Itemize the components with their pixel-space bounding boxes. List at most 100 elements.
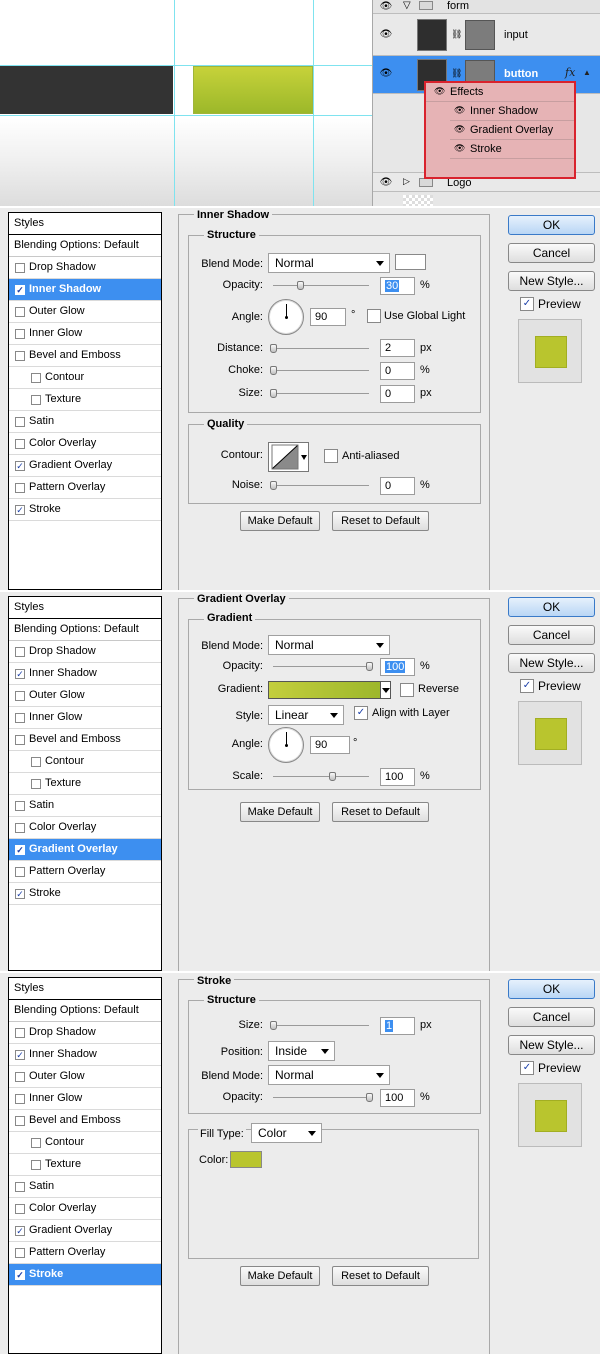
style-item-satin[interactable]: Satin (9, 411, 161, 433)
style-item-inner-glow[interactable]: Inner Glow (9, 707, 161, 729)
layer-row-form[interactable]: 👁 ▽ form (373, 0, 600, 14)
blend-mode-dropdown[interactable]: Normal (268, 1065, 390, 1085)
style-item-outer-glow[interactable]: Outer Glow (9, 301, 161, 323)
angle-dial[interactable] (268, 299, 304, 335)
make-default-button[interactable]: Make Default (240, 511, 320, 531)
style-dropdown[interactable]: Linear (268, 705, 344, 725)
checkbox[interactable] (31, 757, 41, 767)
slider-knob[interactable] (270, 481, 277, 490)
make-default-button[interactable]: Make Default (240, 802, 320, 822)
checkbox[interactable] (15, 307, 25, 317)
style-item-outer-glow[interactable]: Outer Glow (9, 1066, 161, 1088)
eye-icon[interactable]: 👁 (454, 124, 465, 135)
fill-type-dropdown[interactable]: Color (251, 1123, 322, 1143)
effect-row-gradient-overlay[interactable]: 👁 Gradient Overlay (450, 121, 574, 140)
checkbox-checked[interactable]: ✓ (15, 669, 25, 679)
expand-triangle-icon[interactable]: ▷ (403, 176, 410, 187)
checkbox[interactable] (31, 1160, 41, 1170)
ok-button[interactable]: OK (508, 597, 595, 617)
use-global-light-checkbox[interactable] (367, 309, 381, 323)
checkbox[interactable] (15, 867, 25, 877)
checkbox-checked[interactable]: ✓ (15, 1270, 25, 1280)
slider-knob[interactable] (366, 662, 373, 671)
checkbox-checked[interactable]: ✓ (15, 845, 25, 855)
slider-knob[interactable] (297, 281, 304, 290)
checkbox-checked[interactable]: ✓ (15, 889, 25, 899)
checkbox[interactable] (15, 1204, 25, 1214)
style-item-inner-shadow[interactable]: ✓ Inner Shadow (9, 279, 161, 301)
style-item-inner-glow[interactable]: Inner Glow (9, 323, 161, 345)
scale-input[interactable]: 100 (380, 768, 415, 786)
contour-picker[interactable] (268, 442, 309, 472)
opacity-input[interactable]: 100 (380, 658, 415, 676)
preview-checkbox[interactable]: ✓ (520, 679, 534, 693)
angle-dial[interactable] (268, 727, 304, 763)
checkbox[interactable] (15, 483, 25, 493)
guide-vertical[interactable] (174, 0, 175, 207)
eye-icon[interactable]: 👁 (379, 69, 393, 79)
style-item-drop-shadow[interactable]: Drop Shadow (9, 1022, 161, 1044)
style-item-bevel-emboss[interactable]: Bevel and Emboss (9, 1110, 161, 1132)
anti-aliased-checkbox[interactable] (324, 449, 338, 463)
style-item-stroke[interactable]: ✓ Stroke (9, 883, 161, 905)
checkbox-checked[interactable]: ✓ (15, 505, 25, 515)
choke-slider[interactable] (273, 370, 369, 371)
checkbox[interactable] (15, 417, 25, 427)
checkbox[interactable] (15, 1116, 25, 1126)
blending-options-item[interactable]: Blending Options: Default (9, 619, 161, 641)
style-item-gradient-overlay[interactable]: ✓ Gradient Overlay (9, 1220, 161, 1242)
eye-icon[interactable]: 👁 (454, 143, 465, 154)
checkbox-checked[interactable]: ✓ (15, 285, 25, 295)
style-item-color-overlay[interactable]: Color Overlay (9, 1198, 161, 1220)
style-item-pattern-overlay[interactable]: Pattern Overlay (9, 477, 161, 499)
new-style-button[interactable]: New Style... (508, 1035, 595, 1055)
checkbox[interactable] (15, 1094, 25, 1104)
style-item-drop-shadow[interactable]: Drop Shadow (9, 641, 161, 663)
slider-knob[interactable] (270, 1021, 277, 1030)
new-style-button[interactable]: New Style... (508, 653, 595, 673)
new-style-button[interactable]: New Style... (508, 271, 595, 291)
angle-input[interactable]: 90 (310, 736, 350, 754)
checkbox[interactable] (15, 647, 25, 657)
guide-horizontal[interactable] (0, 65, 372, 66)
checkbox[interactable] (31, 1138, 41, 1148)
eye-icon[interactable]: 👁 (379, 178, 393, 188)
checkbox[interactable] (15, 1182, 25, 1192)
size-slider[interactable] (273, 1025, 369, 1026)
position-dropdown[interactable]: Inside (268, 1041, 335, 1061)
style-item-gradient-overlay[interactable]: ✓ Gradient Overlay (9, 455, 161, 477)
angle-input[interactable]: 90 (310, 308, 346, 326)
gradient-picker[interactable] (268, 681, 391, 699)
style-item-satin[interactable]: Satin (9, 795, 161, 817)
styles-header[interactable]: Styles (9, 213, 161, 235)
checkbox[interactable] (15, 735, 25, 745)
ok-button[interactable]: OK (508, 215, 595, 235)
style-item-inner-shadow[interactable]: ✓ Inner Shadow (9, 663, 161, 685)
noise-slider[interactable] (273, 485, 369, 486)
eye-icon[interactable]: 👁 (379, 2, 393, 12)
style-item-texture[interactable]: Texture (9, 389, 161, 411)
checkbox[interactable] (15, 1028, 25, 1038)
checkbox[interactable] (15, 1072, 25, 1082)
opacity-slider[interactable] (273, 285, 369, 286)
eye-icon[interactable]: 👁 (379, 30, 393, 40)
cancel-button[interactable]: Cancel (508, 243, 595, 263)
checkbox[interactable] (15, 823, 25, 833)
reset-to-default-button[interactable]: Reset to Default (332, 511, 429, 531)
checkbox[interactable] (31, 395, 41, 405)
style-item-inner-glow[interactable]: Inner Glow (9, 1088, 161, 1110)
styles-header[interactable]: Styles (9, 597, 161, 619)
checkbox[interactable] (15, 713, 25, 723)
layer-row-input[interactable]: 👁 ⛓ input (373, 14, 600, 56)
style-item-pattern-overlay[interactable]: Pattern Overlay (9, 1242, 161, 1264)
guide-horizontal[interactable] (0, 115, 372, 116)
style-item-gradient-overlay[interactable]: ✓ Gradient Overlay (9, 839, 161, 861)
align-with-layer-checkbox[interactable]: ✓ (354, 706, 368, 720)
opacity-slider[interactable] (273, 1097, 369, 1098)
style-item-texture[interactable]: Texture (9, 1154, 161, 1176)
style-item-color-overlay[interactable]: Color Overlay (9, 433, 161, 455)
effect-row-stroke[interactable]: 👁 Stroke (450, 140, 574, 159)
style-item-contour[interactable]: Contour (9, 751, 161, 773)
checkbox-checked[interactable]: ✓ (15, 1050, 25, 1060)
blend-mode-dropdown[interactable]: Normal (268, 253, 390, 273)
